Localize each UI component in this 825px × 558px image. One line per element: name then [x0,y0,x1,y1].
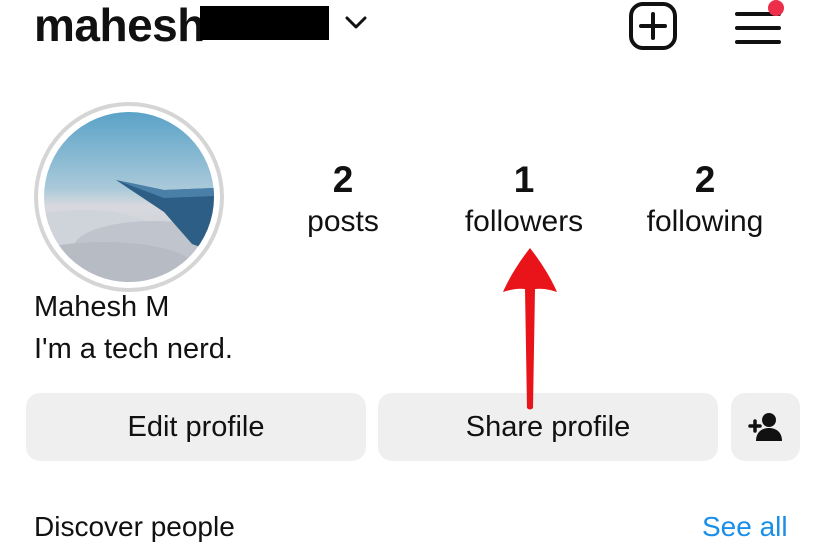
edit-profile-label: Edit profile [127,410,265,443]
see-all-link[interactable]: See all [702,511,788,543]
create-post-icon[interactable] [627,0,679,52]
profile-full-name: Mahesh M [34,291,170,323]
edit-profile-button[interactable]: Edit profile [26,393,366,461]
notification-dot [768,0,784,16]
stat-posts[interactable]: 2 posts [253,160,433,240]
add-person-icon [747,413,782,441]
stat-followers-count: 1 [513,159,535,200]
stat-posts-count: 2 [332,159,354,200]
profile-bio: I'm a tech nerd. [34,333,233,365]
profile-username[interactable]: mahesh [34,2,205,48]
stat-followers[interactable]: 1 followers [434,160,614,240]
stat-following-count: 2 [694,159,716,200]
avatar[interactable] [44,112,214,282]
add-friend-button[interactable] [731,393,800,461]
share-profile-label: Share profile [465,410,631,443]
stat-followers-label: followers [464,205,584,238]
stat-following-label: following [646,205,764,238]
username-redaction [200,6,329,40]
stat-following[interactable]: 2 following [615,160,795,240]
annotation-arrow [503,248,557,410]
chevron-down-icon[interactable] [344,13,368,33]
avatar-image [44,112,214,282]
discover-people-title: Discover people [34,511,235,542]
stat-posts-label: posts [307,205,379,238]
